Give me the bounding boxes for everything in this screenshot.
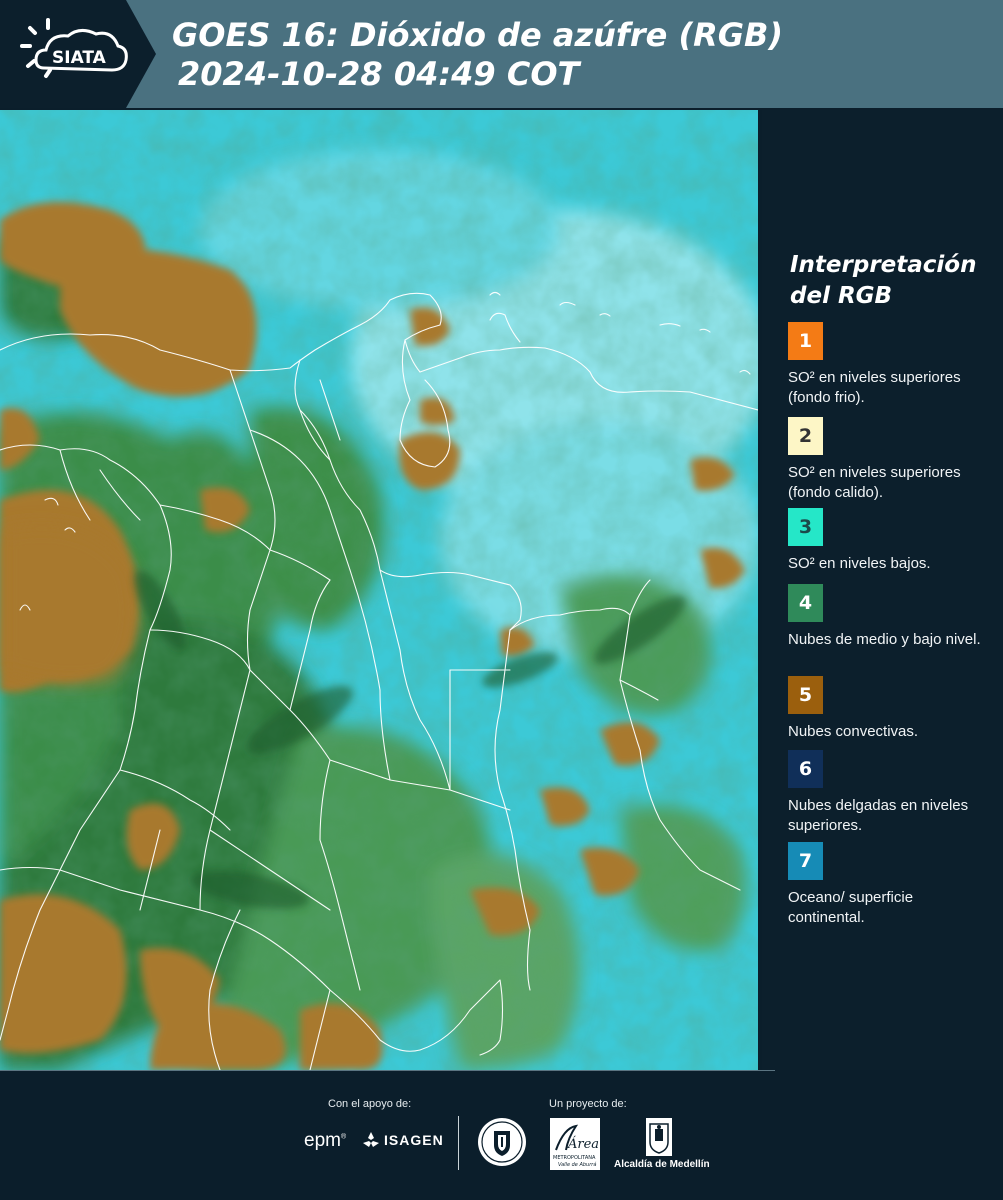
area-metropolitana-logo[interactable]: Área METROPOLITANA Valle de Aburrá [550, 1118, 600, 1170]
footer-separator [458, 1116, 459, 1170]
medellin-seal-icon[interactable] [477, 1117, 527, 1167]
alcaldia-shield-icon [646, 1118, 672, 1156]
area-logo-text: Área [567, 1136, 599, 1152]
satellite-image [0, 110, 758, 1070]
area-logo-sub1: METROPOLITANA [553, 1155, 596, 1161]
legend-swatch-5: 5 [788, 676, 823, 714]
isagen-logo[interactable]: ISAGEN [362, 1131, 444, 1149]
legend-item-3: 3 SO² en niveles bajos. [788, 508, 993, 594]
satellite-map[interactable] [0, 110, 758, 1070]
support-label: Con el apoyo de: [328, 1098, 412, 1110]
legend-panel: Interpretación del RGB 1 SO² en niveles … [762, 110, 1003, 1070]
legend-swatch-3: 3 [788, 508, 823, 546]
footer-divider [0, 1070, 775, 1071]
legend-swatch-4: 4 [788, 584, 823, 622]
isagen-icon [363, 1132, 379, 1147]
legend-item-2: 2 SO² en niveles superiores (fondo calid… [788, 417, 993, 513]
legend-item-7: 7 Oceano/ superficie continental. [788, 842, 993, 928]
legend-title: Interpretación del RGB [790, 252, 977, 309]
legend-label-6: Nubes delgadas en niveles superiores. [788, 797, 969, 834]
legend-swatch-2: 2 [788, 417, 823, 455]
legend-label-2: SO² en niveles superiores (fondo calido)… [788, 464, 961, 501]
header-bar: SIATA GOES 16: Dióxido de azúfre (RGB) 2… [0, 0, 1003, 108]
legend-item-4: 4 Nubes de medio y bajo nivel. [788, 584, 993, 670]
area-logo-sub2: Valle de Aburrá [558, 1161, 596, 1168]
alcaldia-logo-text: Alcaldía de Medellín [614, 1159, 710, 1170]
legend-label-1: SO² en niveles superiores (fondo frio). [788, 369, 961, 406]
area-metropolitana-icon: Área METROPOLITANA Valle de Aburrá [550, 1118, 600, 1170]
page-title-product: GOES 16: Dióxido de azúfre (RGB) [172, 16, 783, 54]
legend-label-4: Nubes de medio y bajo nivel. [788, 631, 981, 648]
legend-item-6: 6 Nubes delgadas en niveles superiores. [788, 750, 993, 836]
alcaldia-medellin-logo[interactable]: Alcaldía de Medellín [614, 1118, 710, 1172]
page-title-timestamp: 2024-10-28 04:49 COT [178, 55, 580, 93]
legend-item-1: 1 SO² en niveles superiores (fondo frio)… [788, 322, 993, 408]
project-label: Un proyecto de: [549, 1098, 627, 1110]
isagen-logo-text: ISAGEN [384, 1132, 444, 1148]
legend-label-7: Oceano/ superficie continental. [788, 889, 914, 926]
epm-logo[interactable]: epm® [304, 1130, 346, 1152]
epm-logo-text: epm [304, 1130, 341, 1151]
siata-logo[interactable]: SIATA [0, 0, 158, 108]
legend-swatch-1: 1 [788, 322, 823, 360]
legend-swatch-7: 7 [788, 842, 823, 880]
legend-swatch-6: 6 [788, 750, 823, 788]
siata-logo-text: SIATA [52, 48, 107, 68]
footer: Con el apoyo de: Un proyecto de: epm® IS… [0, 1070, 1003, 1200]
